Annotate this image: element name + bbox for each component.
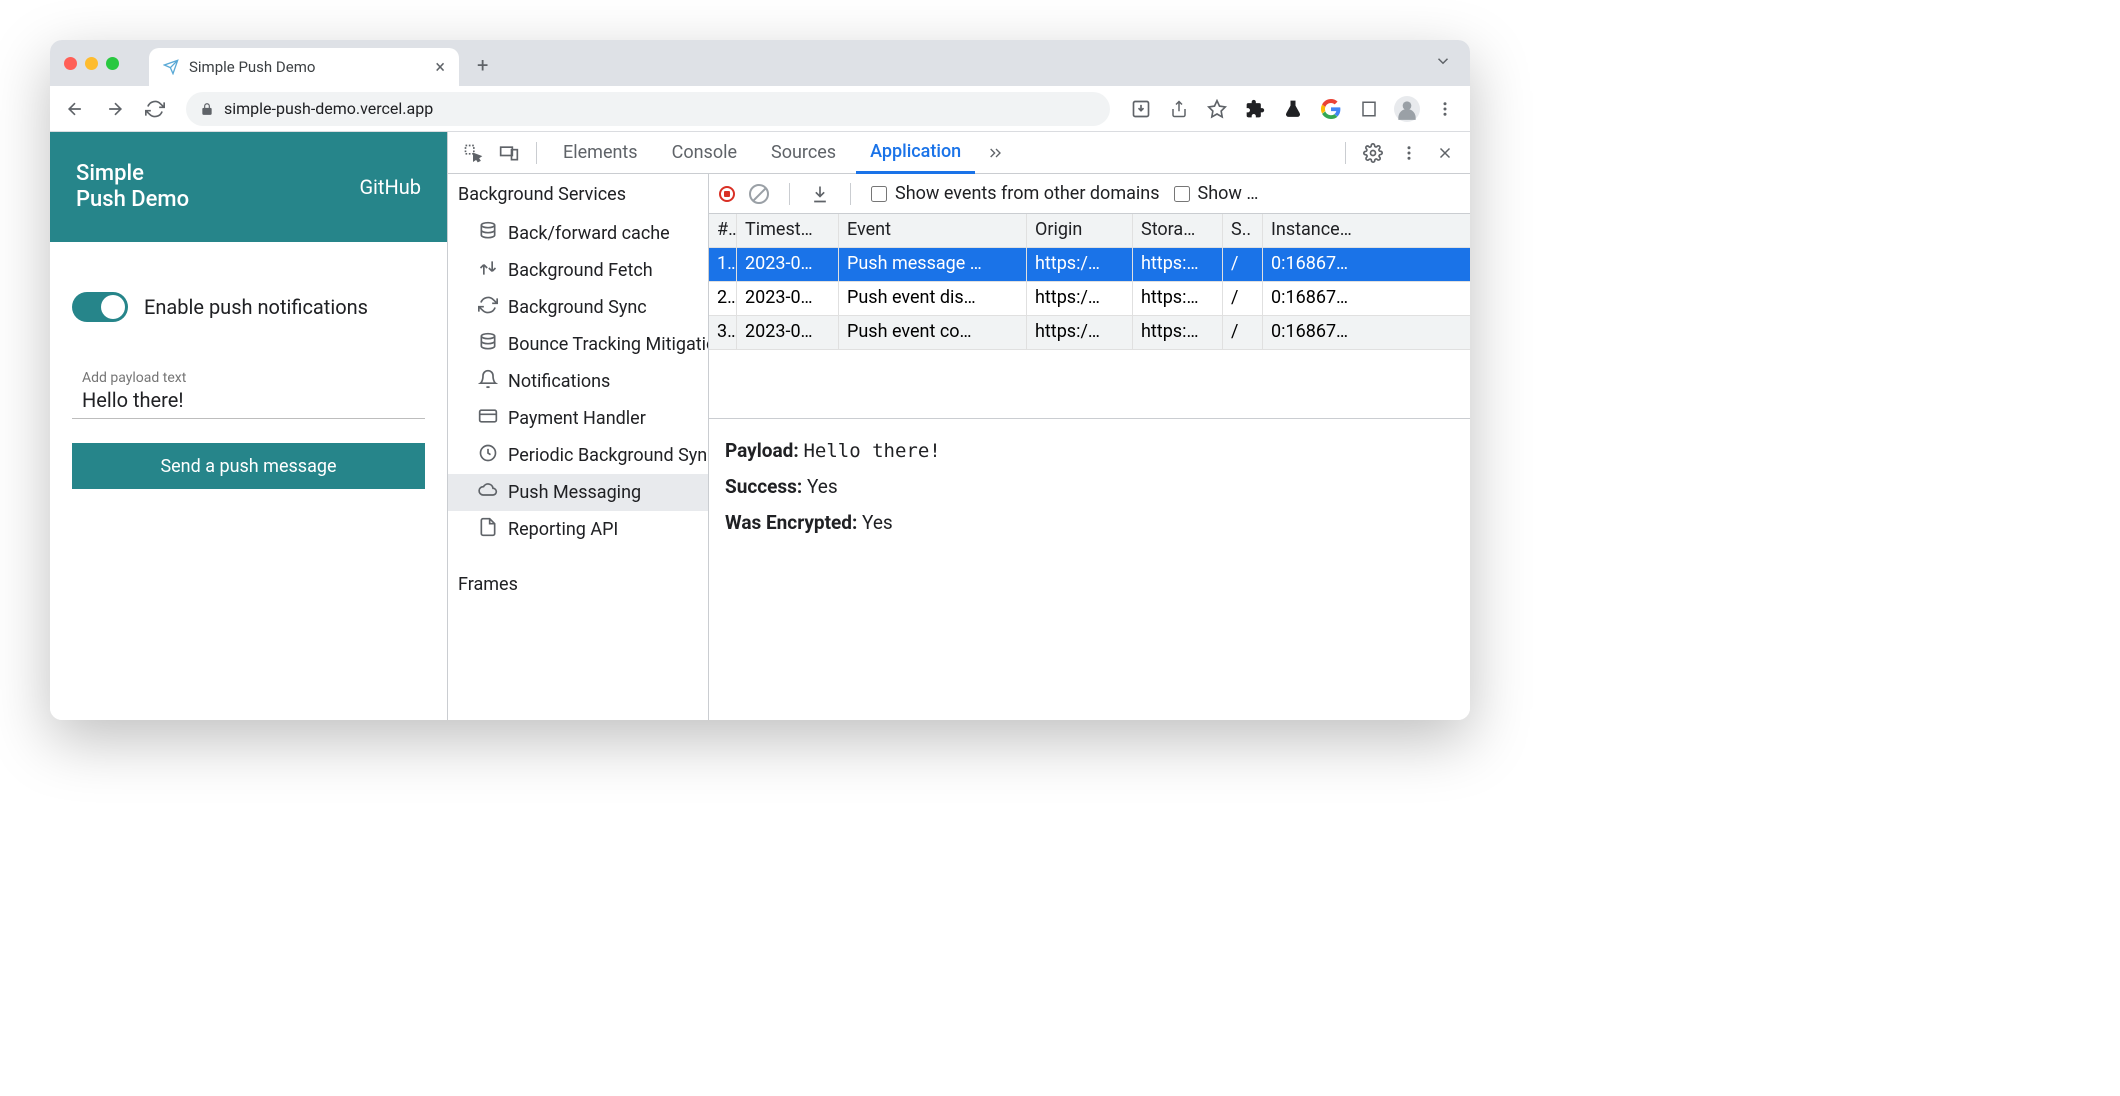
sidebar-item-payment-handler[interactable]: Payment Handler [448,400,708,437]
browser-tabstrip: Simple Push Demo × + [50,40,1470,86]
tab-title: Simple Push Demo [189,58,315,76]
back-button[interactable] [58,92,92,126]
tab-console[interactable]: Console [658,132,751,174]
table-row[interactable]: 3.2023-0…Push event co…https:/…https:…/0… [709,316,1470,350]
paper-plane-icon [163,59,179,75]
show-checkbox-2[interactable]: Show … [1174,183,1259,204]
sidebar-item-periodic-background-sync[interactable]: Periodic Background Sync [448,437,708,474]
more-tabs-icon[interactable] [981,138,1011,168]
inspect-icon[interactable] [458,138,488,168]
reading-list-icon[interactable] [1352,92,1386,126]
card-icon [478,406,498,431]
file-icon [478,517,498,542]
minimize-window-button[interactable] [85,57,98,70]
tabs-dropdown-icon[interactable] [1434,52,1452,70]
address-bar[interactable]: simple-push-demo.vercel.app [186,92,1110,126]
devtools-panel: Elements Console Sources Application Bac… [447,132,1470,720]
install-icon[interactable] [1124,92,1158,126]
table-row[interactable]: 2.2023-0…Push event dis…https:/…https:…/… [709,282,1470,316]
sidebar-item-back-forward-cache[interactable]: Back/forward cache [448,215,708,252]
browser-tab[interactable]: Simple Push Demo × [149,48,459,86]
tab-elements[interactable]: Elements [549,132,652,174]
window-controls [64,57,119,70]
event-detail: Payload: Hello there! Success: Yes Was E… [709,418,1470,555]
tab-sources[interactable]: Sources [757,132,850,174]
page-content: Simple Push Demo GitHub Enable push noti… [50,132,447,720]
payload-label: Add payload text [82,370,415,386]
show-other-domains-checkbox[interactable]: Show events from other domains [871,183,1160,204]
page-header: Simple Push Demo GitHub [50,132,447,242]
browser-toolbar: simple-push-demo.vercel.app [50,86,1470,132]
toggle-label: Enable push notifications [144,295,368,320]
sync-icon [478,295,498,320]
forward-button[interactable] [98,92,132,126]
sidebar-group-frames: Frames [448,564,708,605]
profile-icon[interactable] [1390,92,1424,126]
labs-icon[interactable] [1276,92,1310,126]
devtools-sidebar: Background Services Back/forward cacheBa… [448,174,709,720]
sidebar-item-bounce-tracking-mitigations[interactable]: Bounce Tracking Mitigations [448,326,708,363]
record-icon[interactable] [719,186,735,202]
payload-input[interactable] [82,386,415,412]
bell-icon [478,369,498,394]
tab-application[interactable]: Application [856,132,975,174]
sidebar-item-notifications[interactable]: Notifications [448,363,708,400]
sidebar-item-push-messaging[interactable]: Push Messaging [448,474,708,511]
events-toolbar: Show events from other domains Show … [709,174,1470,214]
maximize-window-button[interactable] [106,57,119,70]
download-icon[interactable] [810,184,830,204]
lock-icon [200,102,214,116]
settings-icon[interactable] [1358,138,1388,168]
new-tab-button[interactable]: + [465,47,500,83]
google-icon[interactable] [1314,92,1348,126]
db-icon [478,221,498,246]
url-text: simple-push-demo.vercel.app [224,99,433,118]
sidebar-group-bg-services: Background Services [448,174,708,215]
page-title: Simple Push Demo [76,161,189,214]
github-link[interactable]: GitHub [359,175,421,199]
close-tab-icon[interactable]: × [435,57,445,78]
db-icon [478,332,498,357]
clock-icon [478,443,498,468]
events-table: # Timest… Event Origin Stora… S.. Instan… [709,214,1470,418]
sidebar-item-reporting-api[interactable]: Reporting API [448,511,708,548]
extensions-icon[interactable] [1238,92,1272,126]
cloud-icon [478,480,498,505]
updown-icon [478,258,498,283]
sidebar-item-background-fetch[interactable]: Background Fetch [448,252,708,289]
close-window-button[interactable] [64,57,77,70]
clear-icon[interactable] [749,184,769,204]
table-row[interactable]: 1.2023-0…Push message …https:/…https:…/0… [709,248,1470,282]
table-header: # Timest… Event Origin Stora… S.. Instan… [709,214,1470,248]
bookmark-icon[interactable] [1200,92,1234,126]
payload-field[interactable]: Add payload text [72,362,425,419]
send-push-button[interactable]: Send a push message [72,443,425,489]
menu-icon[interactable] [1428,92,1462,126]
share-icon[interactable] [1162,92,1196,126]
close-devtools-icon[interactable] [1430,138,1460,168]
enable-push-toggle[interactable] [72,292,128,322]
device-toolbar-icon[interactable] [494,138,524,168]
sidebar-item-background-sync[interactable]: Background Sync [448,289,708,326]
devtools-tabbar: Elements Console Sources Application [448,132,1470,174]
reload-button[interactable] [138,92,172,126]
kebab-menu-icon[interactable] [1394,138,1424,168]
